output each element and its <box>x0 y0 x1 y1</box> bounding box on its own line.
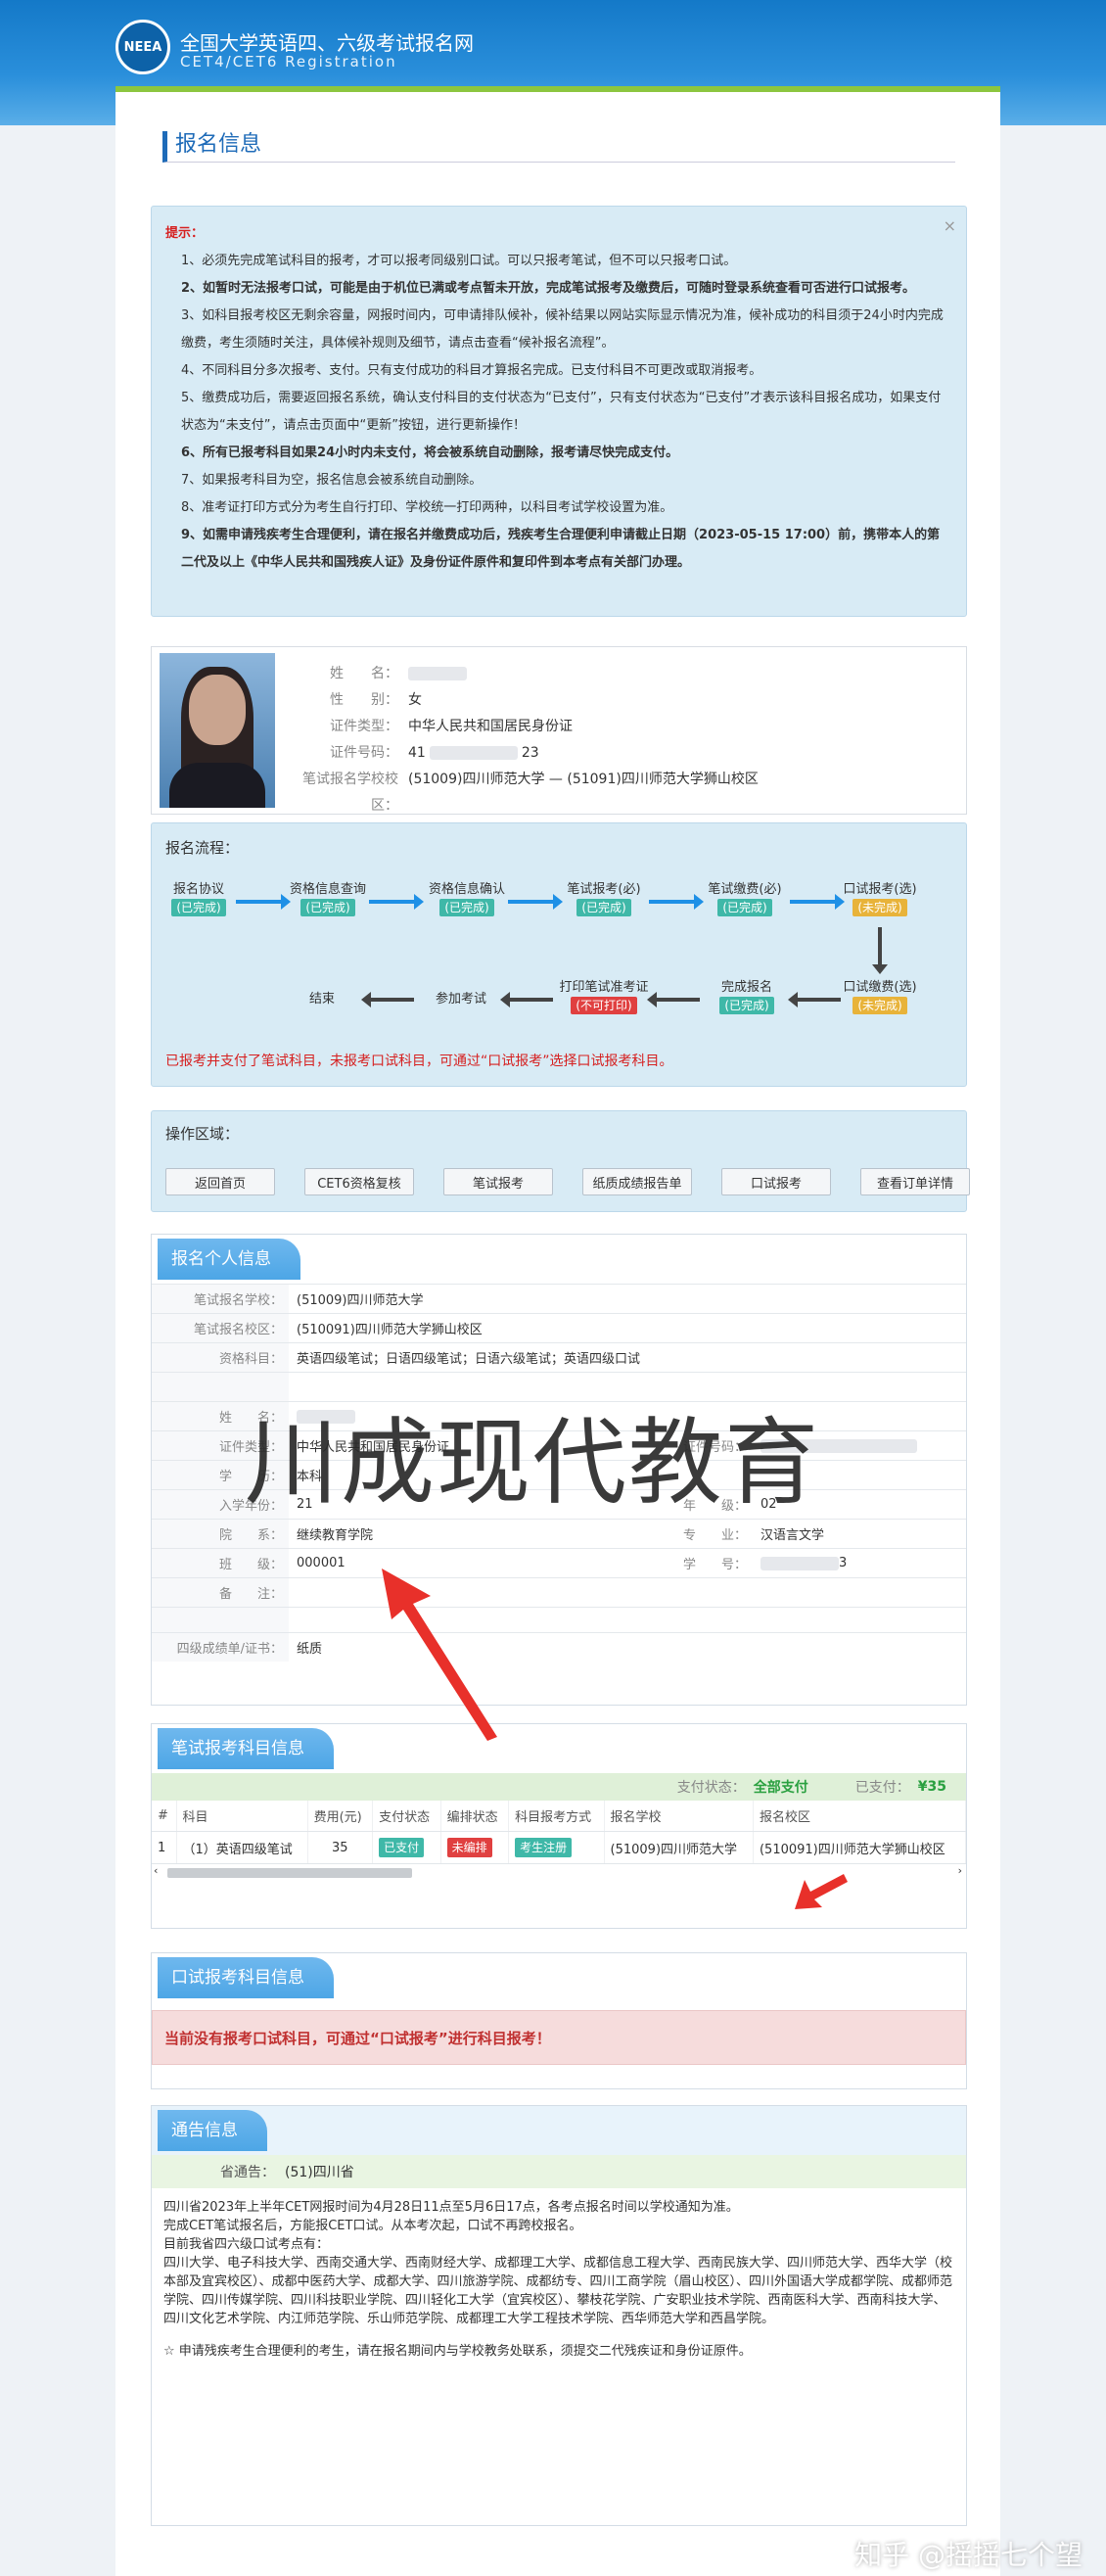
footer-watermark: 知乎 @摇摇七个望 <box>854 2539 1083 2571</box>
tip-2: 2、如暂时无法报考口试，可能是由于机位已满或考点暂未开放，完成笔试报考及缴费后，… <box>181 281 916 296</box>
tip-9: 9、如需申请残疾考生合理便利，请在报名并缴费成功后，残疾考生合理便利申请截止日期… <box>181 528 941 570</box>
step-oral-reg: 口试报考(选) (未完成) <box>843 882 917 916</box>
flow-title: 报名流程： <box>165 839 240 857</box>
step-end: 结束 <box>308 992 335 1007</box>
site-subtitle: CET4/CET6 Registration <box>180 53 397 70</box>
school-value: (51009)四川师范大学 — (51091)四川师范大学狮山校区 <box>408 772 759 787</box>
tip-8: 8、准考证打印方式分为考生自行打印、学校统一打印两种，以科目考试学校设置为准。 <box>181 500 673 515</box>
paper-report-button[interactable]: 纸质成绩报告单 <box>582 1168 692 1195</box>
applicant-photo <box>160 653 275 808</box>
tip-4: 4、不同科目分多次报考、支付。只有支付成功的科目才算报名完成。已支付科目不可更改… <box>181 363 762 378</box>
neea-logo: NEEA <box>115 20 170 74</box>
home-button[interactable]: 返回首页 <box>165 1168 275 1195</box>
oral-subjects-section: 口试报考科目信息 当前没有报考口试科目，可通过“口试报考”进行科目报考！ <box>151 1952 967 2089</box>
tip-6: 6、所有已报考科目如果24小时内未支付，将会被系统自动删除，报考请尽快完成支付。 <box>181 445 679 460</box>
step-oral-pay: 口试缴费(选) (未完成) <box>843 980 917 1014</box>
step-query: 资格信息查询 (已完成) <box>289 882 366 916</box>
page-title: 报名信息 <box>162 131 955 163</box>
scroll-left-icon: ‹ <box>154 1864 159 1877</box>
pay-status: 全部支付 <box>753 1780 808 1796</box>
paid-badge: 已支付 <box>379 1838 425 1857</box>
oral-reg-button[interactable]: 口试报考 <box>721 1168 831 1195</box>
written-campus: (510091)四川师范大学狮山校区 <box>297 1323 483 1337</box>
notice-section: 通告信息 省通告： (51)四川省 四川省2023年上半年CET网报时间为4月28… <box>151 2105 967 2526</box>
site-title: 全国大学英语四、六级考试报名网 <box>180 31 474 55</box>
scroll-right-icon: › <box>957 1864 962 1877</box>
major: 汉语言文学 <box>760 1528 825 1543</box>
step-exam: 参加考试 <box>435 992 486 1007</box>
name-label: 姓 名： <box>330 666 398 681</box>
paid-amount: ¥35 <box>917 1779 946 1795</box>
school-label: 笔试报名学校校区： <box>302 772 398 814</box>
flow-panel: 报名流程： 报名协议 (已完成) 资格信息查询 (已完成) 资格信息确认 (已完成) … <box>151 822 967 1087</box>
ops-title: 操作区域： <box>165 1125 240 1143</box>
gender-value: 女 <box>408 692 422 708</box>
idno-prefix: 41 <box>408 745 426 761</box>
flow-note: 已报考并支付了笔试科目，未报考口试科目，可通过“口试报考”选择口试报考科目。 <box>165 1054 673 1069</box>
written-subjects-title: 笔试报考科目信息 <box>158 1728 334 1769</box>
step-complete: 完成报名 (已完成) <box>719 980 774 1014</box>
student-no-suffix: 3 <box>839 1556 848 1570</box>
tip-3: 3、如科目报考校区无剩余容量，网报时间内，可申请排队候补，候补结果以网站实际显示… <box>181 308 944 351</box>
red-arrow-annotation <box>382 1569 497 1741</box>
blurred-name <box>408 667 467 680</box>
person-card: 姓 名： 性 别： 女 证件类型： 中华人民共和国居民身份证 证件号码： 41 23 笔… <box>151 646 967 815</box>
close-icon[interactable]: × <box>944 212 956 240</box>
oral-subjects-title: 口试报考科目信息 <box>158 1957 334 1998</box>
cet6-review-button[interactable]: CET6资格复核 <box>304 1168 414 1195</box>
written-reg-button[interactable]: 笔试报考 <box>443 1168 553 1195</box>
order-detail-button[interactable]: 查看订单详情 <box>860 1168 970 1195</box>
step-written-reg: 笔试报考(必) (已完成) <box>567 882 641 916</box>
written-school: (51009)四川师范大学 <box>297 1293 424 1308</box>
unarranged-badge: 未编排 <box>446 1838 492 1857</box>
eligible-subjects: 英语四级笔试；日语四级笔试；日语六级笔试；英语四级口试 <box>297 1352 641 1367</box>
idno-label: 证件号码： <box>330 745 398 761</box>
reg-method-badge: 考生注册 <box>515 1838 573 1857</box>
red-arrow-annotation-2 <box>795 1874 848 1909</box>
notice-body: 四川省2023年上半年CET网报时间为4月28日11点至5月6日17点，各考点报… <box>163 2200 953 2359</box>
oral-alert: 当前没有报考口试科目，可通过“口试报考”进行科目报考！ <box>152 2010 966 2065</box>
tips-panel: × 提示： 1、必须先完成笔试科目的报考，才可以报考同级别口试。可以只报考笔试，… <box>151 206 967 617</box>
notice-title: 通告信息 <box>158 2110 267 2151</box>
pay-summary: 支付状态： 全部支付 已支付： ¥35 <box>152 1773 966 1801</box>
idtype-label: 证件类型： <box>330 719 398 734</box>
gender-label: 性 别： <box>330 692 398 708</box>
step-agreement: 报名协议 (已完成) <box>171 882 226 916</box>
watermark-text: 川成现代教育 <box>245 1408 820 1518</box>
tip-1: 1、必须先完成笔试科目的报考，才可以报考同级别口试。可以只报考笔试，但不可以只报… <box>181 254 737 268</box>
department: 继续教育学院 <box>297 1528 374 1543</box>
written-table: # 科目 费用(元) 支付状态 编排状态 科目报考方式 报名学校 报名校区 1 （1）英语四级… <box>152 1801 967 1863</box>
main-page: 报名信息 × 提示： 1、必须先完成笔试科目的报考，才可以报考同级别口试。可以只… <box>115 86 1000 2576</box>
tip-5: 5、缴费成功后，需要返回报名系统，确认支付科目的支付状态为“已支付”，只有支付状… <box>181 391 942 433</box>
tip-7: 7、如果报考科目为空，报名信息会被系统自动删除。 <box>181 473 483 488</box>
step-print-ticket: 打印笔试准考证 (不可打印) <box>559 980 649 1014</box>
personal-info-title: 报名个人信息 <box>158 1239 300 1280</box>
province-notice: 省通告： (51)四川省 <box>152 2155 966 2188</box>
step-confirm: 资格信息确认 (已完成) <box>428 882 505 916</box>
ops-panel: 操作区域： 返回首页 CET6资格复核 笔试报考 纸质成绩报告单 口试报考 查看… <box>151 1110 970 1212</box>
idno-suffix: 23 <box>521 745 539 761</box>
table-row: 1 （1）英语四级笔试 35 已支付 未编排 考生注册 (51009)四川师范大… <box>152 1831 967 1863</box>
tips-heading: 提示： <box>165 226 205 241</box>
step-written-pay: 笔试缴费(必) (已完成) <box>708 882 782 916</box>
idtype-value: 中华人民共和国居民身份证 <box>408 719 573 734</box>
